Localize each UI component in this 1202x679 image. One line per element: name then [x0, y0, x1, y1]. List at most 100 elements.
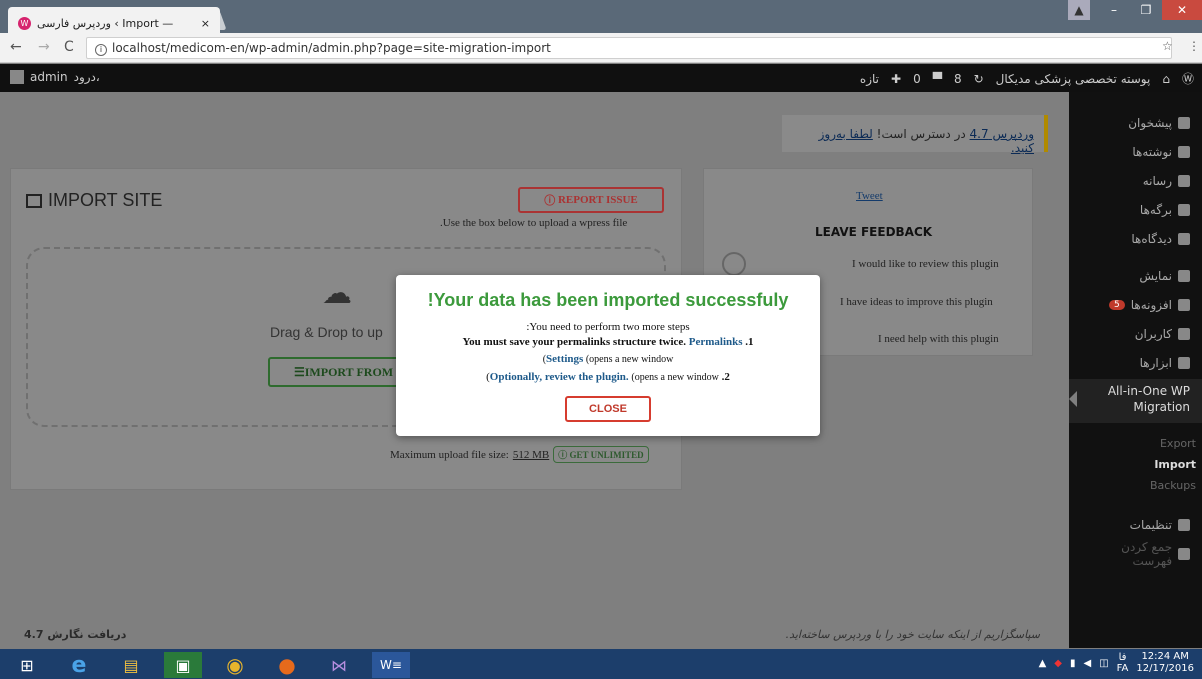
- page-title: IMPORT SITE: [26, 190, 162, 211]
- avatar[interactable]: [10, 70, 24, 84]
- drag-drop-text: Drag & Drop to up: [270, 324, 383, 340]
- sidebar-item-tools[interactable]: ابزارها: [1069, 344, 1202, 373]
- settings-link[interactable]: Settings: [546, 353, 583, 365]
- plugins-badge: 5: [1109, 299, 1125, 310]
- wp-version-link[interactable]: وردپرس 4.7: [970, 127, 1034, 141]
- tab-title: وردپرس فارسی ‹ Import —: [37, 16, 174, 30]
- wp-admin-bar: admin درود، تازه ✚ 0 ▀ 8 ↻ پوسته تخصصی پ…: [0, 64, 1202, 92]
- sidebar-item-appearance[interactable]: نمایش: [1069, 257, 1202, 286]
- url-input[interactable]: i localhost/medicom-en/wp-admin/admin.php…: [86, 37, 1172, 59]
- forward-icon[interactable]: →: [38, 39, 50, 55]
- clock-time: 12:24 AM: [1141, 651, 1189, 662]
- page-icon: [1178, 203, 1190, 216]
- chrome-icon[interactable]: ◉: [216, 652, 254, 678]
- cloud-upload-icon: ☁: [322, 276, 352, 311]
- feedback-option-help[interactable]: I need help with this plugin: [878, 333, 999, 345]
- version-footer[interactable]: دریافت نگارش 4.7: [24, 628, 126, 641]
- signal-icon[interactable]: ▮: [1070, 658, 1076, 669]
- permalinks-link[interactable]: Permalinks: [689, 336, 743, 348]
- sidebar-item-pages[interactable]: برگه‌ها: [1069, 191, 1202, 220]
- feedback-option-ideas[interactable]: I have ideas to improve this plugin: [840, 296, 993, 308]
- sidebar-item-plugins[interactable]: افزونه‌ها 5: [1069, 286, 1202, 315]
- tab-close-icon[interactable]: ×: [201, 17, 210, 30]
- feedback-option-review[interactable]: I would like to review this plugin: [852, 258, 999, 270]
- notice-text: در دسترس است!: [876, 127, 966, 141]
- ie-icon[interactable]: e: [60, 652, 98, 678]
- tweet-link[interactable]: Tweet: [856, 190, 883, 202]
- modal-title: !Your data has been imported successfuly: [427, 290, 789, 310]
- system-tray: ▲ ◆ ▮ ◀ ◫ فا FA 12:24 AM 12/17/2016: [1039, 651, 1194, 675]
- window-controls: ▲ – ❐ ✕: [1068, 0, 1202, 22]
- admin-username[interactable]: admin: [30, 70, 68, 84]
- site-favicon-icon: W: [18, 16, 31, 30]
- menu-icon[interactable]: ⋮: [1188, 39, 1200, 53]
- submenu-import[interactable]: Import: [1069, 454, 1202, 475]
- browser-tab[interactable]: W وردپرس فارسی ‹ Import — ×: [8, 7, 220, 33]
- update-notice: وردپرس 4.7 در دسترس است! لطفا بەروز کنید…: [782, 115, 1048, 155]
- network-icon[interactable]: ◫: [1099, 658, 1108, 669]
- volume-icon[interactable]: ◀: [1084, 658, 1092, 669]
- comment-icon[interactable]: ▀: [933, 72, 942, 86]
- visual-studio-icon[interactable]: ⋈: [320, 652, 358, 678]
- file-explorer-icon[interactable]: ▤: [112, 652, 150, 678]
- reload-icon[interactable]: C: [64, 39, 74, 55]
- get-unlimited-button[interactable]: ⓘ GET UNLIMITED: [553, 446, 649, 463]
- antivirus-icon[interactable]: ◆: [1054, 658, 1062, 669]
- word-icon[interactable]: W≡: [372, 652, 410, 678]
- admin-sidebar: پیشخوان نوشته‌ها رسانه برگه‌ها دیدگاه‌ها…: [1069, 92, 1202, 648]
- sidebar-item-media[interactable]: رسانه: [1069, 162, 1202, 191]
- tray-up-icon[interactable]: ▲: [1039, 658, 1047, 669]
- firefox-icon[interactable]: ●: [268, 652, 306, 678]
- info-icon[interactable]: i: [95, 44, 107, 56]
- window-close-button[interactable]: ✕: [1162, 0, 1202, 20]
- wordpress-logo-icon[interactable]: Ⓦ: [1182, 70, 1194, 87]
- language-indicator[interactable]: فا FA: [1117, 652, 1129, 674]
- close-button[interactable]: CLOSE: [565, 396, 651, 422]
- sidebar-item-comments[interactable]: دیدگاه‌ها: [1069, 220, 1202, 249]
- sidebar-item-posts[interactable]: نوشته‌ها: [1069, 133, 1202, 162]
- dashboard-icon: [1178, 116, 1190, 129]
- store-icon[interactable]: ▣: [164, 652, 202, 678]
- max-upload-size: Maximum upload file size: 512 MB ⓘ GET U…: [390, 446, 649, 463]
- max-size-value: 512 MB: [512, 448, 550, 461]
- report-issue-button[interactable]: ⓘ REPORT ISSUE: [518, 187, 664, 213]
- sidebar-item-migration[interactable]: All-in-One WP Migration: [1069, 379, 1202, 423]
- sidebar-item-users[interactable]: کاربران: [1069, 315, 1202, 344]
- pin-icon: [1178, 145, 1190, 158]
- sidebar-item-settings[interactable]: تنظیمات: [1069, 506, 1202, 535]
- feedback-radio[interactable]: [722, 252, 746, 276]
- modal-step-1-note: (Settings (opens a new window: [542, 353, 674, 365]
- updates-count[interactable]: 8: [954, 72, 962, 86]
- minimize-button[interactable]: –: [1098, 0, 1130, 20]
- modal-step-1: You must save your permalinks structure …: [462, 336, 754, 348]
- sidebar-collapse[interactable]: جمع کردن فهرست: [1069, 535, 1202, 568]
- windows-start-icon[interactable]: ⊞: [8, 652, 46, 678]
- modal-step-2: (Optionally, review the plugin. (opens a…: [486, 371, 730, 383]
- collapse-icon: [1178, 547, 1190, 560]
- brush-icon: [1178, 269, 1190, 282]
- submenu-export[interactable]: Export: [1069, 433, 1202, 454]
- plus-icon[interactable]: ✚: [891, 72, 901, 86]
- import-icon: [26, 193, 42, 208]
- feedback-title: LEAVE FEEDBACK: [815, 225, 933, 239]
- site-name[interactable]: پوسته تخصصی پزشکی مدیکال: [996, 72, 1151, 86]
- alert-icon: ⓘ: [544, 195, 558, 207]
- maximize-button[interactable]: ❐: [1130, 0, 1162, 20]
- user-icon: [1178, 327, 1190, 340]
- back-icon[interactable]: ←: [10, 39, 22, 55]
- bookmark-star-icon[interactable]: ☆: [1162, 39, 1173, 53]
- new-content-label[interactable]: تازه: [860, 72, 879, 86]
- migration-label: All-in-One WP Migration: [1107, 384, 1190, 414]
- profile-icon[interactable]: ▲: [1068, 0, 1090, 20]
- updates-icon[interactable]: ↻: [974, 72, 984, 86]
- comment-icon: [1178, 232, 1190, 245]
- import-from-button[interactable]: ☰ IMPORT FROM: [268, 357, 408, 387]
- review-plugin-link[interactable]: Optionally, review the plugin.: [490, 371, 629, 383]
- settings-icon: [1178, 518, 1190, 531]
- wrench-icon: [1178, 356, 1190, 369]
- home-icon[interactable]: ⌂: [1162, 72, 1170, 86]
- clock[interactable]: 12:24 AM 12/17/2016: [1136, 651, 1194, 675]
- sidebar-item-dashboard[interactable]: پیشخوان: [1069, 104, 1202, 133]
- comments-count[interactable]: 0: [913, 72, 921, 86]
- submenu-backups[interactable]: Backups: [1069, 475, 1202, 496]
